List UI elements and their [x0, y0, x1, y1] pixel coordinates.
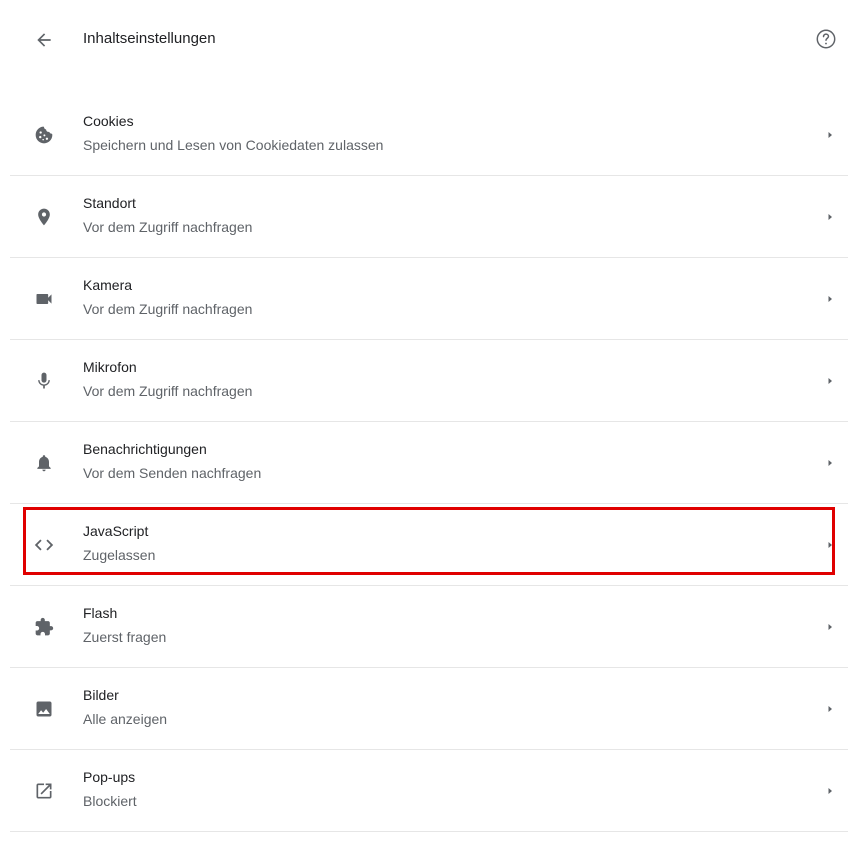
setting-title: Benachrichtigungen — [83, 441, 207, 457]
setting-title: Cookies — [83, 113, 134, 129]
help-button[interactable] — [813, 26, 839, 52]
setting-row-benachrichtigungen[interactable]: Benachrichtigungen Vor dem Senden nachfr… — [10, 422, 848, 504]
setting-row-standort[interactable]: Standort Vor dem Zugriff nachfragen — [10, 176, 848, 258]
setting-title: Standort — [83, 195, 136, 211]
chevron-right-icon — [822, 209, 838, 225]
setting-subtitle: Vor dem Senden nachfragen — [83, 465, 262, 481]
videocam-icon — [32, 287, 56, 311]
image-icon — [32, 697, 56, 721]
help-circle-icon — [816, 29, 836, 49]
chevron-right-icon — [822, 537, 838, 553]
setting-title: JavaScript — [83, 523, 149, 539]
page-header: Inhaltseinstellungen — [0, 0, 858, 80]
page-title: Inhaltseinstellungen — [83, 30, 216, 47]
arrow-back-icon — [37, 33, 51, 47]
setting-row-kamera[interactable]: Kamera Vor dem Zugriff nachfragen — [10, 258, 848, 340]
mic-icon — [32, 369, 56, 393]
setting-subtitle: Zugelassen — [83, 547, 156, 563]
chevron-right-icon — [822, 455, 838, 471]
chevron-right-icon — [822, 701, 838, 717]
puzzle-icon — [32, 615, 56, 639]
chevron-right-icon — [822, 291, 838, 307]
back-button[interactable] — [32, 28, 56, 52]
cookie-icon — [32, 123, 56, 147]
open-in-new-icon — [32, 779, 56, 803]
chevron-right-icon — [822, 127, 838, 143]
setting-row-javascript[interactable]: JavaScript Zugelassen — [10, 504, 848, 586]
chevron-right-icon — [822, 373, 838, 389]
setting-subtitle: Vor dem Zugriff nachfragen — [83, 219, 253, 235]
setting-subtitle: Vor dem Zugriff nachfragen — [83, 301, 253, 317]
location-pin-icon — [32, 205, 56, 229]
setting-row-popups[interactable]: Pop-ups Blockiert — [10, 750, 848, 832]
bell-icon — [32, 451, 56, 475]
setting-title: Kamera — [83, 277, 133, 293]
setting-row-flash[interactable]: Flash Zuerst fragen — [10, 586, 848, 668]
chevron-right-icon — [822, 783, 838, 799]
setting-title: Mikrofon — [83, 359, 137, 375]
setting-title: Flash — [83, 605, 118, 621]
setting-subtitle: Speichern und Lesen von Cookiedaten zula… — [83, 137, 384, 153]
setting-row-bilder[interactable]: Bilder Alle anzeigen — [10, 668, 848, 750]
setting-title: Bilder — [83, 687, 119, 703]
content-settings-list: Cookies Speichern und Lesen von Cookieda… — [10, 94, 848, 832]
code-icon — [32, 533, 56, 557]
setting-subtitle: Zuerst fragen — [83, 629, 167, 645]
setting-subtitle: Blockiert — [83, 793, 137, 809]
setting-row-cookies[interactable]: Cookies Speichern und Lesen von Cookieda… — [10, 94, 848, 176]
setting-subtitle: Vor dem Zugriff nachfragen — [83, 383, 253, 399]
setting-row-mikrofon[interactable]: Mikrofon Vor dem Zugriff nachfragen — [10, 340, 848, 422]
setting-subtitle: Alle anzeigen — [83, 711, 168, 727]
setting-title: Pop-ups — [83, 769, 136, 785]
chevron-right-icon — [822, 619, 838, 635]
